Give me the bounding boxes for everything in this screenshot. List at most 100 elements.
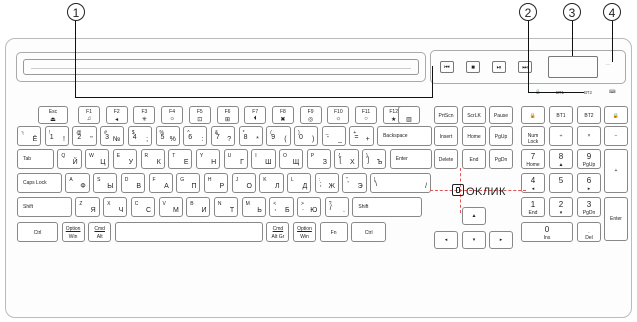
key-q-7-г[interactable]: UГ	[223, 149, 248, 169]
key-esc[interactable]: Esc ⏏	[38, 106, 68, 124]
key-f3[interactable]: F3 ✳	[133, 106, 156, 124]
play-pause-button[interactable]: ⏯	[492, 61, 506, 73]
key-q-3-у[interactable]: EУ	[112, 149, 138, 169]
numpad-key-sym-7[interactable]: +	[604, 149, 628, 193]
key-bottom-1-option[interactable]: Option Win	[61, 222, 85, 242]
key-z-0-shift[interactable]: Shift	[17, 197, 72, 217]
key-q-8-ш[interactable]: IШ	[251, 149, 276, 169]
key-a-11-э[interactable]: " ' Э	[342, 173, 367, 193]
key-f7[interactable]: F7 ⏴	[244, 106, 267, 124]
numpad-key-7-4[interactable]: 7 Home	[521, 149, 545, 169]
key-arrow-up[interactable]: ▲	[462, 207, 486, 225]
key-num-5-sym[interactable]: % 5%	[155, 126, 180, 146]
key-sym[interactable]: 🔒	[521, 106, 545, 124]
key-q-2-ц[interactable]: WЦ	[85, 149, 110, 169]
key-z-1-я[interactable]: ZЯ	[75, 197, 100, 217]
key-q-13-enter[interactable]: Enter	[389, 149, 432, 169]
numpad-key-sym-16[interactable]: . Del	[577, 222, 601, 242]
key-z-3-с[interactable]: CС	[130, 197, 156, 217]
key-a-0-caps-lock[interactable]: Caps Lock	[17, 173, 62, 193]
key-q-0-tab[interactable]: Tab	[17, 149, 54, 169]
key-q-11-х[interactable]: {[Х	[334, 149, 359, 169]
key-bt1[interactable]: BT1	[549, 106, 573, 124]
key-insert[interactable]: Insert	[434, 126, 458, 146]
key-num-6-sym[interactable]: ^ 6:	[183, 126, 208, 146]
key-z-8-б[interactable]: <, Б	[269, 197, 294, 217]
numpad-key-1-11[interactable]: 1 End	[521, 197, 545, 217]
key-q-4-к[interactable]: RК	[140, 149, 165, 169]
key-num-3-sym[interactable]: #3 №	[100, 126, 125, 146]
numpad-key-sym-3[interactable]: −	[604, 126, 628, 146]
key-a-5-п[interactable]: GП	[176, 173, 201, 193]
key-num-0-ё[interactable]: ~ ` Ё	[17, 126, 42, 146]
key-q-12-ъ[interactable]: }] Ъ	[362, 149, 387, 169]
key-arrow-down[interactable]: ▾	[462, 231, 486, 249]
key-f2[interactable]: F2 ◂	[105, 106, 128, 124]
numpad-key-3-13[interactable]: 3 PgDn	[577, 197, 601, 217]
key-f6[interactable]: F6 ⊞	[216, 106, 239, 124]
numpad-key-6-10[interactable]: 6 ▸	[577, 173, 601, 193]
key-home[interactable]: Home	[462, 126, 486, 146]
key-f4[interactable]: F4 ☼	[161, 106, 184, 124]
key-f8[interactable]: F8 ✖	[271, 106, 294, 124]
key-pause[interactable]: Pause	[489, 106, 513, 124]
key-z-7-ь[interactable]: MЬ	[241, 197, 266, 217]
key-q-10-з[interactable]: PЗ	[306, 149, 331, 169]
key-z-9-ю[interactable]: >. Ю	[297, 197, 322, 217]
key-sym[interactable]: 🔒	[604, 106, 628, 124]
key-a-10-ж[interactable]: :; Ж	[314, 173, 339, 193]
key-a-1-ф[interactable]: AФ	[65, 173, 90, 193]
key-num-1-sym[interactable]: ! 1!	[44, 126, 69, 146]
key-z-2-ч[interactable]: XЧ	[103, 197, 128, 217]
key-f9[interactable]: F9 ◎	[299, 106, 322, 124]
key-arrow-right[interactable]: ▸	[489, 231, 513, 249]
key-f11[interactable]: F11 ○	[355, 106, 377, 124]
key-delete[interactable]: Delete	[434, 149, 458, 169]
key-q-9-щ[interactable]: OЩ	[279, 149, 304, 169]
key-bottom-0-ctrl[interactable]: Ctrl	[17, 222, 58, 242]
key-num-4-sym[interactable]: $4;	[127, 126, 153, 146]
numpad-key-sym-2[interactable]: ×	[577, 126, 601, 146]
key-bottom-2-cmd[interactable]: Cmd Alt	[88, 222, 112, 242]
key-num-13-backspace[interactable]: Backspace	[377, 126, 433, 146]
key-num-10-sym[interactable]: ) 0)	[294, 126, 319, 146]
key-pgdn[interactable]: PgDn	[489, 149, 513, 169]
key-num-9-sym[interactable]: (9(	[266, 126, 291, 146]
key-bottom-3-space[interactable]	[114, 222, 263, 242]
key-pgup[interactable]: PgUp	[489, 126, 513, 146]
key-scrlk[interactable]: ScrLK	[462, 106, 486, 124]
key-a-7-о[interactable]: JО	[231, 173, 256, 193]
key-z-11-shift[interactable]: Shift	[352, 197, 423, 217]
key-arrow-left[interactable]: ◂	[434, 231, 458, 249]
numpad-key-sym-1[interactable]: ÷	[549, 126, 573, 146]
key-end[interactable]: End	[462, 149, 486, 169]
key-bottom-7-ctrl[interactable]: Ctrl	[351, 222, 387, 242]
numpad-key-num-lock-0[interactable]: Num Lock	[521, 126, 545, 146]
key-a-12-sym[interactable]: | \ /	[370, 173, 432, 193]
key-a-3-в[interactable]: DВ	[120, 173, 146, 193]
key-num-7-sym[interactable]: & 7?	[210, 126, 236, 146]
key-bottom-4-cmd[interactable]: Cmd Alt Gr	[266, 222, 290, 242]
key-bottom-6-fn[interactable]: Fn	[319, 222, 348, 242]
numpad-key-5-9[interactable]: 5	[549, 173, 573, 193]
key-menu[interactable]: ▥	[398, 106, 420, 124]
key-bt2[interactable]: BT2	[577, 106, 601, 124]
key-z-4-м[interactable]: VМ	[158, 197, 183, 217]
numpad-key-2-12[interactable]: 2 ▾	[549, 197, 573, 217]
next-track-button[interactable]: ⏭	[518, 61, 532, 73]
key-prtscn[interactable]: PrtScn	[434, 106, 458, 124]
key-bottom-5-option[interactable]: Option Win	[293, 222, 316, 242]
numpad-key-9-6[interactable]: 9 PgUp	[577, 149, 601, 169]
key-z-5-и[interactable]: BИ	[186, 197, 211, 217]
key-z-10-sym[interactable]: ? /.	[324, 197, 349, 217]
key-a-8-л[interactable]: KЛ	[259, 173, 284, 193]
key-q-1-й[interactable]: QЙ	[57, 149, 82, 169]
numpad-key-0-15[interactable]: 0 Ins	[521, 222, 573, 242]
key-a-6-р[interactable]: HР	[203, 173, 229, 193]
stop-button[interactable]: ■	[466, 61, 480, 73]
key-num-8-sym[interactable]: * 8 *	[238, 126, 263, 146]
key-f10[interactable]: F10 ☼	[327, 106, 350, 124]
key-f1[interactable]: F1 ♫	[78, 106, 100, 124]
key-f5[interactable]: F5 ⊡	[188, 106, 211, 124]
numpad-key-8-5[interactable]: 8 ▲	[549, 149, 573, 169]
